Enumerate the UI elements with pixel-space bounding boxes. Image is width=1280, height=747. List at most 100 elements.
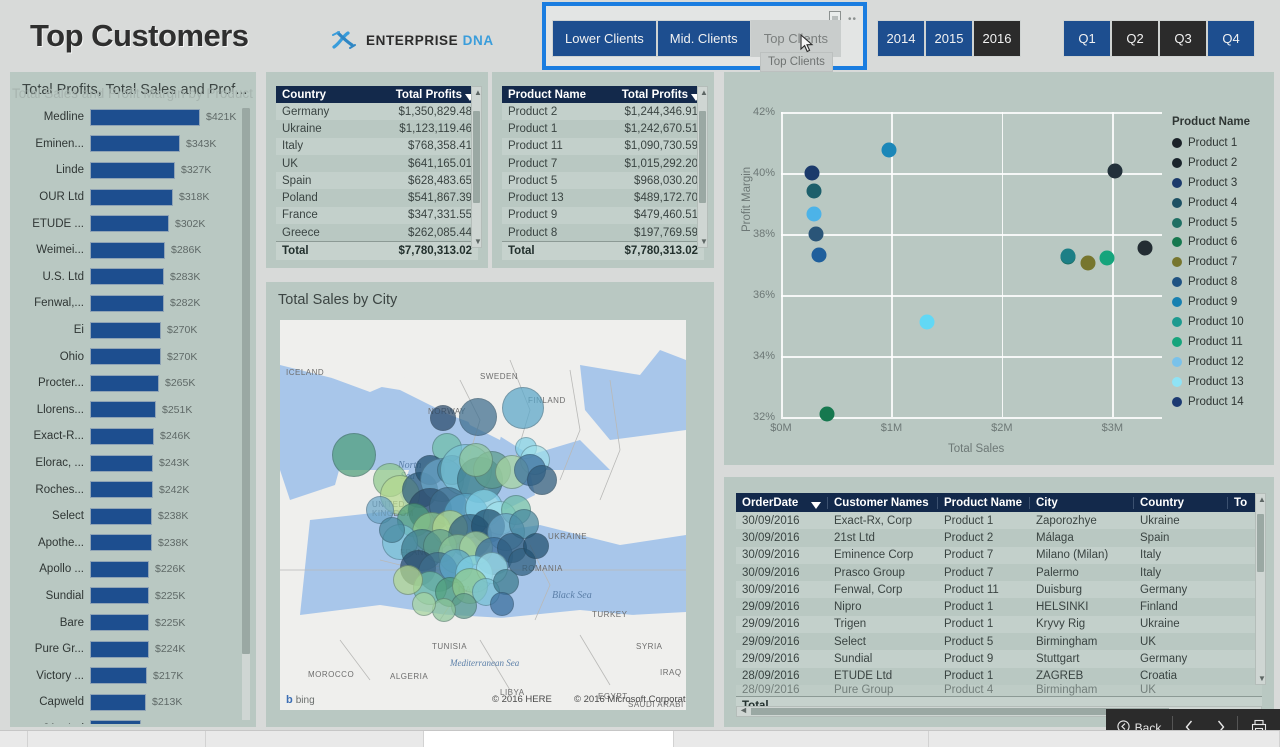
bar-chart-row[interactable]: Ohio $270K <box>10 343 256 370</box>
map-bubble[interactable] <box>502 387 544 429</box>
table-row[interactable]: Product 7 $1,015,292.20 <box>502 154 704 173</box>
bar-chart-row[interactable]: Elorac, ... $243K <box>10 450 256 477</box>
bar-fill[interactable] <box>90 587 149 605</box>
scroll-down-icon[interactable]: ▼ <box>700 237 708 246</box>
table-row[interactable]: 29/09/2016 Trigen Product 1 Kryvy Rig Ukrain… <box>736 615 1262 634</box>
bar-fill[interactable] <box>90 241 165 259</box>
bar-fill[interactable] <box>90 321 161 339</box>
bar-chart-row[interactable]: ETUDE ... $302K <box>10 210 256 237</box>
table-row[interactable]: Spain $628,483.65 <box>276 172 478 190</box>
column-header-orderdate[interactable]: OrderDate <box>736 496 828 509</box>
map-bubble[interactable] <box>527 465 557 495</box>
product-scroll-thumb[interactable] <box>699 111 706 203</box>
scroll-up-icon[interactable]: ▲ <box>474 88 482 97</box>
bar-fill[interactable] <box>90 720 141 724</box>
quarter-button-q4[interactable]: Q4 <box>1207 20 1255 57</box>
scatter-point[interactable] <box>1080 255 1096 271</box>
column-header-country[interactable]: Country <box>276 89 378 101</box>
legend-item[interactable]: Product 3 <box>1172 173 1272 193</box>
map-bubble[interactable] <box>393 565 423 595</box>
scroll-up-icon[interactable]: ▲ <box>700 88 708 97</box>
detail-table-header[interactable]: OrderDate Customer Names Product Name City C… <box>736 493 1262 512</box>
bar-fill[interactable] <box>90 161 175 179</box>
bar-chart-row[interactable]: Eminen... $343K <box>10 131 256 158</box>
bar-fill[interactable] <box>90 693 146 711</box>
order-detail-table[interactable]: OrderDate Customer Names Product Name City C… <box>724 477 1274 727</box>
table-row[interactable]: Product 13 $489,172.70 <box>502 189 704 207</box>
bar-fill[interactable] <box>90 481 153 499</box>
bar-fill[interactable] <box>90 374 159 392</box>
bar-fill[interactable] <box>90 534 152 552</box>
product-table-header[interactable]: Product Name Total Profits <box>502 86 704 103</box>
table-row[interactable]: 30/09/2016 Exact-Rx, Corp Product 1 Zaporoz… <box>736 512 1262 530</box>
bar-fill[interactable] <box>90 294 164 312</box>
table-row[interactable]: Greece $262,085.44 <box>276 224 478 242</box>
taskbar-item[interactable] <box>929 731 1280 747</box>
table-row[interactable]: Product 11 $1,090,730.59 <box>502 137 704 155</box>
legend-item[interactable]: Product 7 <box>1172 252 1272 272</box>
country-scroll-thumb[interactable] <box>473 111 480 203</box>
bar-chart-row[interactable]: Victory ... $217K <box>10 662 256 689</box>
more-options-icon[interactable]: •• <box>848 14 857 25</box>
table-row[interactable]: Product 8 $197,769.59 <box>502 224 704 242</box>
sort-descending-icon[interactable] <box>811 501 821 509</box>
taskbar-item[interactable] <box>674 731 929 747</box>
map-bubble[interactable] <box>430 405 456 431</box>
table-row[interactable]: 30/09/2016 Fenwal, Corp Product 11 Duisburg… <box>736 581 1262 599</box>
table-row[interactable]: Product 9 $479,460.51 <box>502 206 704 225</box>
bar-chart-row[interactable]: Sundial $225K <box>10 583 256 610</box>
scatter-point[interactable] <box>806 183 822 199</box>
scatter-point[interactable] <box>1107 163 1122 179</box>
legend-item[interactable]: Product 2 <box>1172 153 1272 173</box>
map-bubble[interactable] <box>493 569 519 595</box>
scatter-point[interactable] <box>1060 248 1076 264</box>
table-row[interactable]: Italy $768,358.41 <box>276 137 478 155</box>
table-row[interactable]: 30/09/2016 Prasco Group Product 7 Palermo It… <box>736 563 1262 582</box>
bar-chart-row[interactable]: Bare $225K <box>10 609 256 636</box>
scatter-point[interactable] <box>919 314 935 330</box>
scroll-down-icon[interactable]: ▼ <box>474 237 482 246</box>
scatter-point[interactable] <box>819 406 835 422</box>
scatter-plot-area[interactable]: 32% 34% 36% 38% 40% 42% $0M $1M $2M $3M <box>753 106 1162 434</box>
bar-chart-row[interactable]: Llorens... $251K <box>10 397 256 424</box>
quarter-button-q1[interactable]: Q1 <box>1063 20 1111 57</box>
column-header-product-total-profits[interactable]: Total Profits <box>604 89 704 101</box>
quarter-button-q2[interactable]: Q2 <box>1111 20 1159 57</box>
table-row[interactable]: 30/09/2016 Eminence Corp Product 7 Milano (… <box>736 546 1262 564</box>
column-header-city[interactable]: City <box>1030 496 1134 509</box>
top-customers-bar-chart[interactable]: Total Profits, Total Sales and Prof... M… <box>10 72 256 727</box>
legend-item[interactable]: Product 13 <box>1172 372 1272 392</box>
bar-chart-row[interactable]: Pure Gr... $224K <box>10 636 256 663</box>
year-button-2016[interactable]: 2016 <box>973 20 1021 57</box>
scroll-up-icon[interactable]: ▲ <box>1258 495 1266 504</box>
scatter-point[interactable] <box>806 206 822 222</box>
bar-chart-row[interactable]: 21st Ltd $195K <box>10 716 256 724</box>
legend-item[interactable]: Product 5 <box>1172 213 1272 233</box>
bar-chart-row[interactable]: Procter... $265K <box>10 370 256 397</box>
table-row[interactable]: 29/09/2016 Sundial Product 9 Stuttgart Germa… <box>736 650 1262 668</box>
scatter-legend[interactable]: Product Name Product 1 Product 2 Product 3… <box>1172 116 1272 411</box>
bar-fill[interactable] <box>90 454 153 472</box>
column-header-total-profits[interactable]: Total Profits <box>378 89 478 101</box>
map-bubble[interactable] <box>490 592 514 616</box>
table-row[interactable]: Product 2 $1,244,346.91 <box>502 103 704 121</box>
legend-item[interactable]: Product 14 <box>1172 392 1272 412</box>
country-table-scrollbar[interactable]: ▲ ▼ <box>471 86 482 248</box>
map-bubble[interactable] <box>332 433 376 477</box>
scatter-point[interactable] <box>1137 240 1153 256</box>
table-row[interactable]: 28/09/2016 Pure Group Product 4 Birmingham U… <box>736 684 1262 696</box>
bar-fill[interactable] <box>90 427 154 445</box>
table-row[interactable]: Germany $1,350,829.48 <box>276 103 478 121</box>
scroll-left-icon[interactable]: ◄ <box>739 705 748 715</box>
bar-fill[interactable] <box>90 614 149 632</box>
bar-chart-row[interactable]: Fenwal,... $282K <box>10 290 256 317</box>
legend-item[interactable]: Product 9 <box>1172 292 1272 312</box>
bar-chart-row[interactable]: Capweld $213K <box>10 689 256 716</box>
bar-fill[interactable] <box>90 640 149 658</box>
scroll-down-icon[interactable]: ▼ <box>1258 674 1266 683</box>
os-taskbar[interactable] <box>0 730 1280 747</box>
quarter-slicer-buttons[interactable]: Q1 Q2 Q3 Q4 <box>1063 20 1255 57</box>
map-bubble[interactable] <box>459 443 493 477</box>
legend-item[interactable]: Product 10 <box>1172 312 1272 332</box>
bar-fill[interactable] <box>90 401 156 419</box>
